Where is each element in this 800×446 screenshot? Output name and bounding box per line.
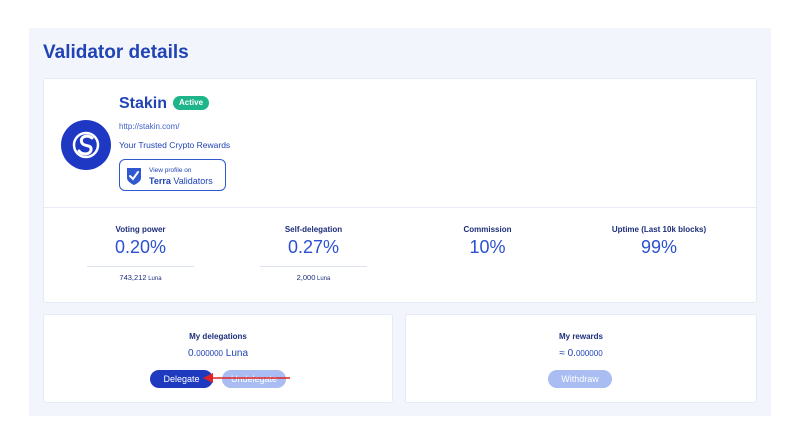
delegations-amount: 0.000000 Luna <box>44 348 392 359</box>
profile-button-suffix: Validators <box>170 176 213 186</box>
stat-label: Voting power <box>115 225 166 234</box>
stat-label: Commission <box>463 225 512 234</box>
stat-uptime: Uptime (Last 10k blocks) 99% <box>594 225 724 258</box>
profile-button-label: Terra Validators <box>149 176 213 186</box>
amount-unit: Luna <box>223 348 249 359</box>
terra-shield-icon <box>125 166 143 191</box>
profile-button-caption: View profile on <box>149 167 192 174</box>
stat-sub-number: 743,212 <box>119 273 147 282</box>
rewards-card: My rewards ≈ 0.000000 Withdraw <box>405 314 757 403</box>
amount-decimals: 000000 <box>575 349 603 358</box>
delegations-title: My delegations <box>189 332 247 341</box>
stat-voting-power: Voting power 0.20% 743,212 Luna <box>87 225 194 282</box>
stat-sub-value: 743,212 Luna <box>87 273 194 282</box>
stat-value: 0.27% <box>287 237 340 257</box>
amount-decimals: 000000 <box>196 349 223 358</box>
annotation-arrow-icon <box>203 373 290 383</box>
validator-card: Stakin Active http://stakin.com/ Your Tr… <box>43 78 757 303</box>
validator-url-link[interactable]: http://stakin.com/ <box>119 122 179 131</box>
page-title: Validator details <box>43 42 189 63</box>
stat-commission: Commission 10% <box>434 225 541 258</box>
stat-divider <box>87 266 194 267</box>
card-divider <box>44 207 756 208</box>
profile-button-brand: Terra <box>149 176 171 186</box>
rewards-amount: ≈ 0.000000 <box>406 348 756 359</box>
status-badge: Active <box>173 96 210 110</box>
stat-value: 99% <box>640 237 678 257</box>
stakin-logo-icon <box>61 120 111 170</box>
stat-sub-value: 2,000 Luna <box>260 273 367 282</box>
stat-sub-number: 2,000 <box>296 273 316 282</box>
stat-divider <box>260 266 367 267</box>
stat-label: Self-delegation <box>284 225 343 234</box>
withdraw-button[interactable]: Withdraw <box>548 370 612 388</box>
stat-sub-unit: Luna <box>315 276 331 282</box>
stat-sub-unit: Luna <box>146 276 162 282</box>
delegations-card: My delegations 0.000000 Luna Delegate Un… <box>43 314 393 403</box>
validator-name: Stakin <box>119 95 168 112</box>
view-profile-button[interactable]: View profile on Terra Validators <box>119 159 226 191</box>
validator-description: Your Trusted Crypto Rewards <box>119 140 231 150</box>
stat-value: 10% <box>469 237 506 257</box>
stat-self-delegation: Self-delegation 0.27% 2,000 Luna <box>260 225 367 282</box>
stat-value: 0.20% <box>114 237 167 257</box>
stat-label: Uptime (Last 10k blocks) <box>611 225 707 234</box>
rewards-title: My rewards <box>558 332 604 341</box>
amount-main: ≈ 0. <box>559 348 576 359</box>
